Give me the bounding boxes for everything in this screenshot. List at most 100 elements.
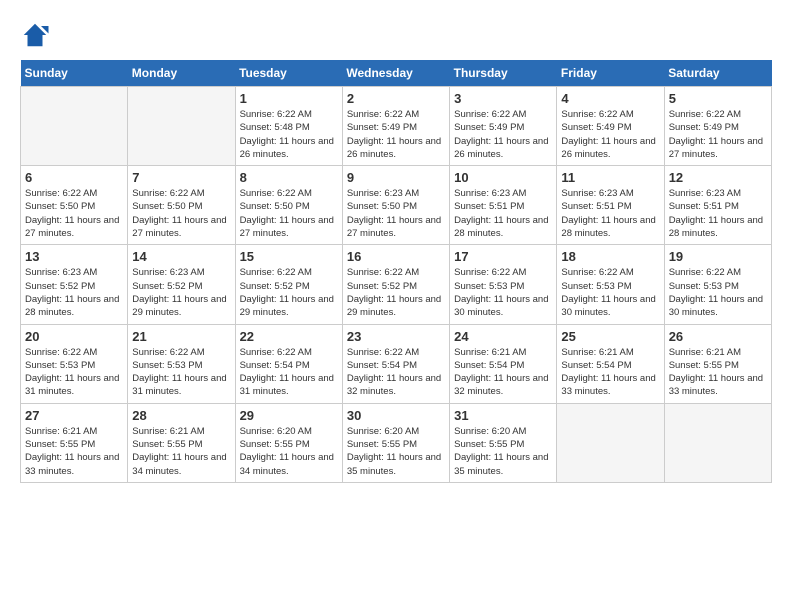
day-info: Sunrise: 6:23 AM Sunset: 5:52 PM Dayligh…: [25, 266, 123, 319]
calendar-cell: 24 Sunrise: 6:21 AM Sunset: 5:54 PM Dayl…: [450, 324, 557, 403]
sunrise-label: Sunrise: 6:21 AM: [25, 426, 97, 437]
calendar-cell: 10 Sunrise: 6:23 AM Sunset: 5:51 PM Dayl…: [450, 166, 557, 245]
daylight-label: Daylight: 11 hours and 33 minutes.: [25, 452, 119, 476]
day-number: 24: [454, 329, 552, 344]
sunrise-label: Sunrise: 6:21 AM: [454, 347, 526, 358]
sunset-label: Sunset: 5:54 PM: [240, 360, 310, 371]
calendar-cell: 27 Sunrise: 6:21 AM Sunset: 5:55 PM Dayl…: [21, 403, 128, 482]
day-number: 30: [347, 408, 445, 423]
weekday-thursday: Thursday: [450, 60, 557, 87]
day-number: 6: [25, 170, 123, 185]
week-row-4: 20 Sunrise: 6:22 AM Sunset: 5:53 PM Dayl…: [21, 324, 772, 403]
weekday-wednesday: Wednesday: [342, 60, 449, 87]
daylight-label: Daylight: 11 hours and 33 minutes.: [669, 373, 763, 397]
calendar-cell: 13 Sunrise: 6:23 AM Sunset: 5:52 PM Dayl…: [21, 245, 128, 324]
weekday-header-row: SundayMondayTuesdayWednesdayThursdayFrid…: [21, 60, 772, 87]
calendar-cell: 5 Sunrise: 6:22 AM Sunset: 5:49 PM Dayli…: [664, 87, 771, 166]
calendar-cell: 4 Sunrise: 6:22 AM Sunset: 5:49 PM Dayli…: [557, 87, 664, 166]
day-number: 13: [25, 249, 123, 264]
sunset-label: Sunset: 5:55 PM: [132, 439, 202, 450]
day-info: Sunrise: 6:22 AM Sunset: 5:49 PM Dayligh…: [454, 108, 552, 161]
daylight-label: Daylight: 11 hours and 26 minutes.: [454, 136, 548, 160]
sunrise-label: Sunrise: 6:20 AM: [240, 426, 312, 437]
calendar-cell: [557, 403, 664, 482]
calendar-cell: 11 Sunrise: 6:23 AM Sunset: 5:51 PM Dayl…: [557, 166, 664, 245]
sunrise-label: Sunrise: 6:22 AM: [454, 109, 526, 120]
sunset-label: Sunset: 5:52 PM: [240, 281, 310, 292]
day-info: Sunrise: 6:22 AM Sunset: 5:53 PM Dayligh…: [25, 346, 123, 399]
sunrise-label: Sunrise: 6:22 AM: [669, 267, 741, 278]
sunrise-label: Sunrise: 6:23 AM: [454, 188, 526, 199]
week-row-5: 27 Sunrise: 6:21 AM Sunset: 5:55 PM Dayl…: [21, 403, 772, 482]
day-number: 29: [240, 408, 338, 423]
sunrise-label: Sunrise: 6:21 AM: [561, 347, 633, 358]
sunset-label: Sunset: 5:49 PM: [454, 122, 524, 133]
calendar-cell: 25 Sunrise: 6:21 AM Sunset: 5:54 PM Dayl…: [557, 324, 664, 403]
day-info: Sunrise: 6:20 AM Sunset: 5:55 PM Dayligh…: [454, 425, 552, 478]
day-number: 2: [347, 91, 445, 106]
sunrise-label: Sunrise: 6:22 AM: [347, 267, 419, 278]
day-info: Sunrise: 6:23 AM Sunset: 5:51 PM Dayligh…: [561, 187, 659, 240]
sunrise-label: Sunrise: 6:22 AM: [240, 188, 312, 199]
sunrise-label: Sunrise: 6:23 AM: [561, 188, 633, 199]
sunrise-label: Sunrise: 6:22 AM: [240, 347, 312, 358]
weekday-sunday: Sunday: [21, 60, 128, 87]
sunrise-label: Sunrise: 6:22 AM: [25, 188, 97, 199]
calendar-cell: 30 Sunrise: 6:20 AM Sunset: 5:55 PM Dayl…: [342, 403, 449, 482]
day-info: Sunrise: 6:22 AM Sunset: 5:50 PM Dayligh…: [25, 187, 123, 240]
sunset-label: Sunset: 5:49 PM: [347, 122, 417, 133]
calendar-cell: 6 Sunrise: 6:22 AM Sunset: 5:50 PM Dayli…: [21, 166, 128, 245]
day-number: 5: [669, 91, 767, 106]
sunset-label: Sunset: 5:53 PM: [561, 281, 631, 292]
day-info: Sunrise: 6:23 AM Sunset: 5:52 PM Dayligh…: [132, 266, 230, 319]
sunset-label: Sunset: 5:55 PM: [454, 439, 524, 450]
day-number: 7: [132, 170, 230, 185]
calendar-cell: [664, 403, 771, 482]
day-number: 21: [132, 329, 230, 344]
weekday-saturday: Saturday: [664, 60, 771, 87]
daylight-label: Daylight: 11 hours and 34 minutes.: [240, 452, 334, 476]
day-info: Sunrise: 6:21 AM Sunset: 5:54 PM Dayligh…: [454, 346, 552, 399]
sunrise-label: Sunrise: 6:22 AM: [240, 267, 312, 278]
daylight-label: Daylight: 11 hours and 26 minutes.: [347, 136, 441, 160]
sunset-label: Sunset: 5:51 PM: [454, 201, 524, 212]
sunrise-label: Sunrise: 6:22 AM: [240, 109, 312, 120]
sunrise-label: Sunrise: 6:22 AM: [561, 267, 633, 278]
day-info: Sunrise: 6:23 AM Sunset: 5:50 PM Dayligh…: [347, 187, 445, 240]
sunrise-label: Sunrise: 6:22 AM: [669, 109, 741, 120]
day-info: Sunrise: 6:22 AM Sunset: 5:53 PM Dayligh…: [669, 266, 767, 319]
page-header: [20, 20, 772, 50]
calendar-cell: 28 Sunrise: 6:21 AM Sunset: 5:55 PM Dayl…: [128, 403, 235, 482]
sunrise-label: Sunrise: 6:22 AM: [132, 188, 204, 199]
day-info: Sunrise: 6:22 AM Sunset: 5:49 PM Dayligh…: [561, 108, 659, 161]
sunset-label: Sunset: 5:55 PM: [240, 439, 310, 450]
day-number: 15: [240, 249, 338, 264]
calendar-cell: 29 Sunrise: 6:20 AM Sunset: 5:55 PM Dayl…: [235, 403, 342, 482]
day-number: 19: [669, 249, 767, 264]
day-number: 8: [240, 170, 338, 185]
day-number: 18: [561, 249, 659, 264]
daylight-label: Daylight: 11 hours and 31 minutes.: [240, 373, 334, 397]
sunrise-label: Sunrise: 6:22 AM: [25, 347, 97, 358]
sunset-label: Sunset: 5:55 PM: [25, 439, 95, 450]
day-info: Sunrise: 6:22 AM Sunset: 5:53 PM Dayligh…: [561, 266, 659, 319]
sunrise-label: Sunrise: 6:23 AM: [132, 267, 204, 278]
week-row-2: 6 Sunrise: 6:22 AM Sunset: 5:50 PM Dayli…: [21, 166, 772, 245]
sunrise-label: Sunrise: 6:23 AM: [25, 267, 97, 278]
calendar-cell: 9 Sunrise: 6:23 AM Sunset: 5:50 PM Dayli…: [342, 166, 449, 245]
day-number: 1: [240, 91, 338, 106]
daylight-label: Daylight: 11 hours and 34 minutes.: [132, 452, 226, 476]
sunset-label: Sunset: 5:55 PM: [347, 439, 417, 450]
sunset-label: Sunset: 5:54 PM: [454, 360, 524, 371]
calendar-cell: 22 Sunrise: 6:22 AM Sunset: 5:54 PM Dayl…: [235, 324, 342, 403]
week-row-1: 1 Sunrise: 6:22 AM Sunset: 5:48 PM Dayli…: [21, 87, 772, 166]
sunrise-label: Sunrise: 6:23 AM: [347, 188, 419, 199]
daylight-label: Daylight: 11 hours and 27 minutes.: [669, 136, 763, 160]
sunset-label: Sunset: 5:52 PM: [25, 281, 95, 292]
weekday-friday: Friday: [557, 60, 664, 87]
sunrise-label: Sunrise: 6:20 AM: [454, 426, 526, 437]
day-info: Sunrise: 6:20 AM Sunset: 5:55 PM Dayligh…: [347, 425, 445, 478]
sunset-label: Sunset: 5:51 PM: [561, 201, 631, 212]
weekday-monday: Monday: [128, 60, 235, 87]
daylight-label: Daylight: 11 hours and 29 minutes.: [240, 294, 334, 318]
